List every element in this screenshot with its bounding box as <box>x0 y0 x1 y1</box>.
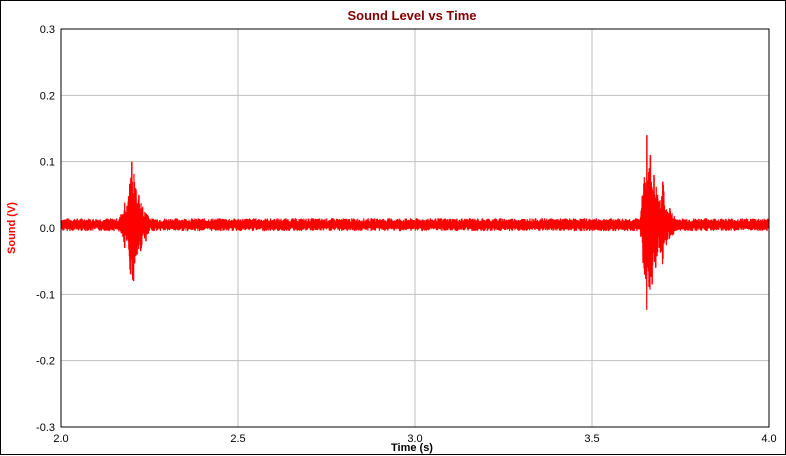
x-tick-label: 2.5 <box>230 433 245 445</box>
y-axis-label: Sound (V) <box>6 202 18 254</box>
y-tick-label: 0.3 <box>40 24 55 36</box>
y-tick-label: -0.1 <box>36 289 55 301</box>
x-axis-label: Time (s) <box>391 442 433 454</box>
x-tick-label: 3.5 <box>584 433 599 445</box>
y-tick-label: 0.0 <box>40 223 55 235</box>
chart-title: Sound Level vs Time <box>347 8 476 23</box>
y-tick-label: 0.1 <box>40 157 55 169</box>
chart-svg: Sound Level vs Time 2.0 2.5 3.0 3.5 4.0 0.30… <box>6 8 777 454</box>
x-tick-label: 4.0 <box>761 433 776 445</box>
y-tick-labels: 0.3 0.2 0.1 0.0 -0.1 -0.2 -0.3 <box>36 24 55 434</box>
y-tick-label: -0.3 <box>36 422 55 434</box>
chart-frame: Sound Level vs Time 2.0 2.5 3.0 3.5 4.0 0.3 0… <box>0 0 786 455</box>
y-tick-label: -0.2 <box>36 356 55 368</box>
y-tick-label: 0.2 <box>40 90 55 102</box>
x-tick-label: 2.0 <box>53 433 68 445</box>
